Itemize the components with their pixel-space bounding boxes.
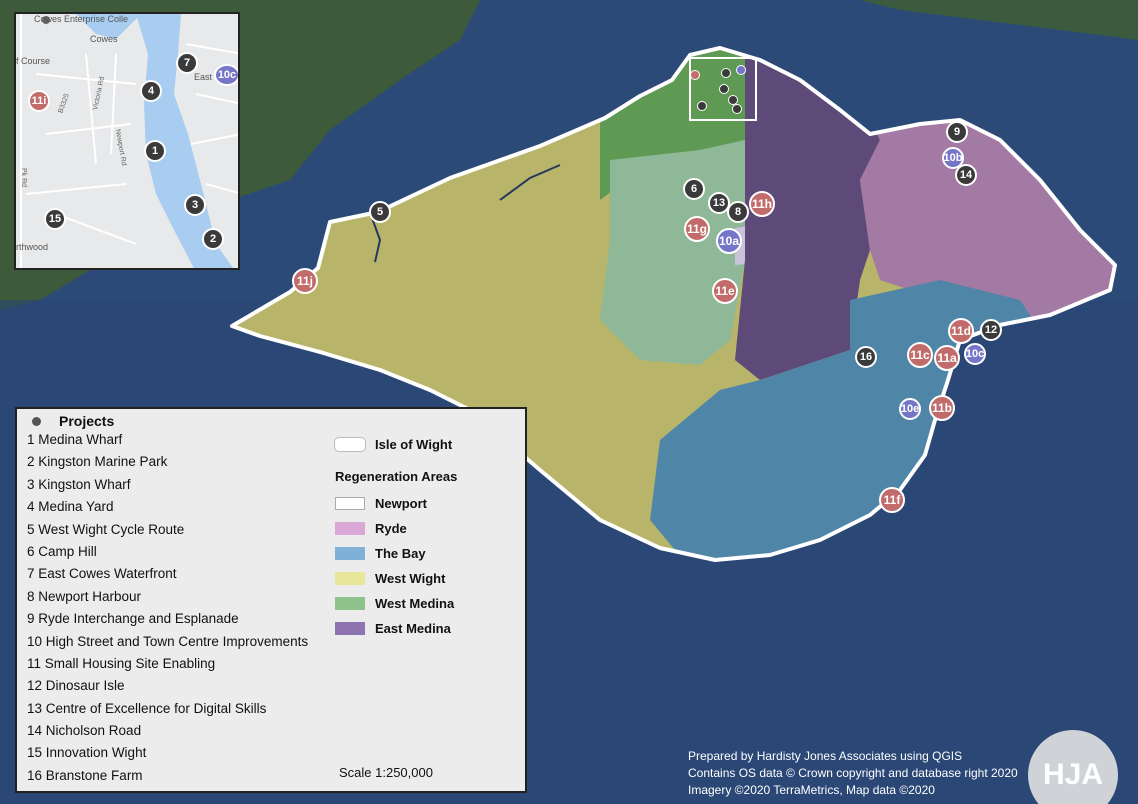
project-item: 11 Small Housing Site Enabling xyxy=(27,655,216,671)
project-marker-10c[interactable]: 10c xyxy=(964,343,986,365)
inset-marker-1[interactable]: 1 xyxy=(144,140,166,162)
area-label: Ryde xyxy=(375,521,407,536)
mini-pin-11i[interactable] xyxy=(690,70,700,80)
project-item: 16 Branstone Farm xyxy=(27,767,143,783)
mainland-east xyxy=(860,0,1138,40)
projects-list: 1 Medina Wharf 2 Kingston Marine Park 3 … xyxy=(27,429,308,787)
project-marker-11e[interactable]: 11e xyxy=(712,278,738,304)
project-item: 9 Ryde Interchange and Esplanade xyxy=(27,611,239,627)
area-swatch-the-bay xyxy=(335,547,365,560)
inset-place-cowes: Cowes xyxy=(90,34,118,44)
area-ryde xyxy=(860,100,1115,320)
project-item: 5 West Wight Cycle Route xyxy=(27,521,185,537)
project-marker-6[interactable]: 6 xyxy=(683,178,705,200)
inset-marker-10c[interactable]: 10c xyxy=(214,64,238,86)
project-item: 10 High Street and Town Centre Improveme… xyxy=(27,633,309,649)
project-marker-11g[interactable]: 11g xyxy=(684,216,710,242)
inset-marker-4[interactable]: 4 xyxy=(140,80,162,102)
inset-marker-3[interactable]: 3 xyxy=(184,194,206,216)
credit-line: Contains OS data © Crown copyright and d… xyxy=(688,766,1018,780)
area-label: Newport xyxy=(375,496,427,511)
regeneration-areas-title: Regeneration Areas xyxy=(335,469,458,484)
map-stage[interactable]: 5 11j 6 13 8 11h 11g 10a 11e 9 10b 14 11… xyxy=(0,0,1138,804)
project-item: 4 Medina Yard xyxy=(27,499,114,515)
area-label: West Medina xyxy=(375,596,455,611)
project-item: 12 Dinosaur Isle xyxy=(27,678,125,694)
projects-dot-icon xyxy=(32,417,41,426)
inset-place-northwood: rthwood xyxy=(16,242,49,252)
project-item: 7 East Cowes Waterfront xyxy=(27,566,177,582)
project-marker-14[interactable]: 14 xyxy=(955,164,977,186)
area-label: East Medina xyxy=(375,621,451,636)
legend-boundary: Isle of Wight xyxy=(335,437,453,452)
project-marker-11h[interactable]: 11h xyxy=(749,191,775,217)
mini-pin-3[interactable] xyxy=(732,104,742,114)
inset-marker-2[interactable]: 2 xyxy=(202,228,224,250)
map-legend: Projects 1 Medina Wharf 2 Kingston Marin… xyxy=(15,407,527,793)
credit-line: Prepared by Hardisty Jones Associates us… xyxy=(688,749,963,763)
project-marker-16[interactable]: 16 xyxy=(855,346,877,368)
projects-title: Projects xyxy=(59,413,115,429)
inset-place-course: f Course xyxy=(16,56,51,66)
inset-marker-11i[interactable]: 11i xyxy=(28,90,50,112)
project-item: 8 Newport Harbour xyxy=(27,588,142,604)
project-marker-9[interactable]: 9 xyxy=(946,121,968,143)
project-marker-11d[interactable]: 11d xyxy=(948,318,974,344)
legend-area-ryde: Ryde xyxy=(335,521,407,536)
project-marker-12[interactable]: 12 xyxy=(980,319,1002,341)
mini-pin-7[interactable] xyxy=(721,68,731,78)
project-marker-11f[interactable]: 11f xyxy=(879,487,905,513)
project-marker-11b[interactable]: 11b xyxy=(929,395,955,421)
boundary-label: Isle of Wight xyxy=(375,437,453,452)
area-swatch-ryde xyxy=(335,522,365,535)
area-swatch-west-medina xyxy=(335,597,365,610)
inset-place-enterprise: Cowes Enterprise Colle xyxy=(34,14,129,24)
mini-pin-15[interactable] xyxy=(697,101,707,111)
credit-line: Imagery ©2020 TerraMetrics, Map data ©20… xyxy=(688,783,935,797)
area-label: The Bay xyxy=(375,546,426,561)
legend-area-east-medina: East Medina xyxy=(335,621,451,636)
inset-marker-7[interactable]: 7 xyxy=(176,52,198,74)
project-marker-11a[interactable]: 11a xyxy=(934,345,960,371)
legend-area-newport: Newport xyxy=(335,496,427,511)
project-item: 13 Centre of Excellence for Digital Skil… xyxy=(27,700,267,716)
project-marker-10a[interactable]: 10a xyxy=(716,228,742,254)
inset-road-pk: Pk Rd xyxy=(20,167,28,188)
project-marker-5[interactable]: 5 xyxy=(369,201,391,223)
project-item: 2 Kingston Marine Park xyxy=(27,454,168,470)
area-swatch-west-wight xyxy=(335,572,365,585)
project-marker-8[interactable]: 8 xyxy=(727,201,749,223)
legend-area-the-bay: The Bay xyxy=(335,546,426,561)
project-item: 15 Innovation Wight xyxy=(27,745,147,761)
map-credits: Prepared by Hardisty Jones Associates us… xyxy=(688,748,1018,799)
mini-pin-4[interactable] xyxy=(719,84,729,94)
area-swatch-newport xyxy=(335,497,365,510)
legend-area-west-wight: West Wight xyxy=(335,571,446,586)
cowes-inset-map[interactable]: Cowes Enterprise Colle Cowes f Course Ea… xyxy=(14,12,240,270)
mini-pin-10c[interactable] xyxy=(736,65,746,75)
project-item: 14 Nicholson Road xyxy=(27,723,142,739)
project-marker-11c[interactable]: 11c xyxy=(907,342,933,368)
project-marker-10e[interactable]: 10e xyxy=(899,398,921,420)
project-item: 3 Kingston Wharf xyxy=(27,476,131,492)
legend-area-west-medina: West Medina xyxy=(335,596,455,611)
inset-marker-15[interactable]: 15 xyxy=(44,208,66,230)
project-marker-11j[interactable]: 11j xyxy=(292,268,318,294)
map-scale: Scale 1:250,000 xyxy=(339,765,433,780)
project-item: 6 Camp Hill xyxy=(27,543,97,559)
area-label: West Wight xyxy=(375,571,446,586)
project-item: 1 Medina Wharf xyxy=(27,432,123,447)
area-swatch-east-medina xyxy=(335,622,365,635)
boundary-swatch xyxy=(335,438,365,451)
